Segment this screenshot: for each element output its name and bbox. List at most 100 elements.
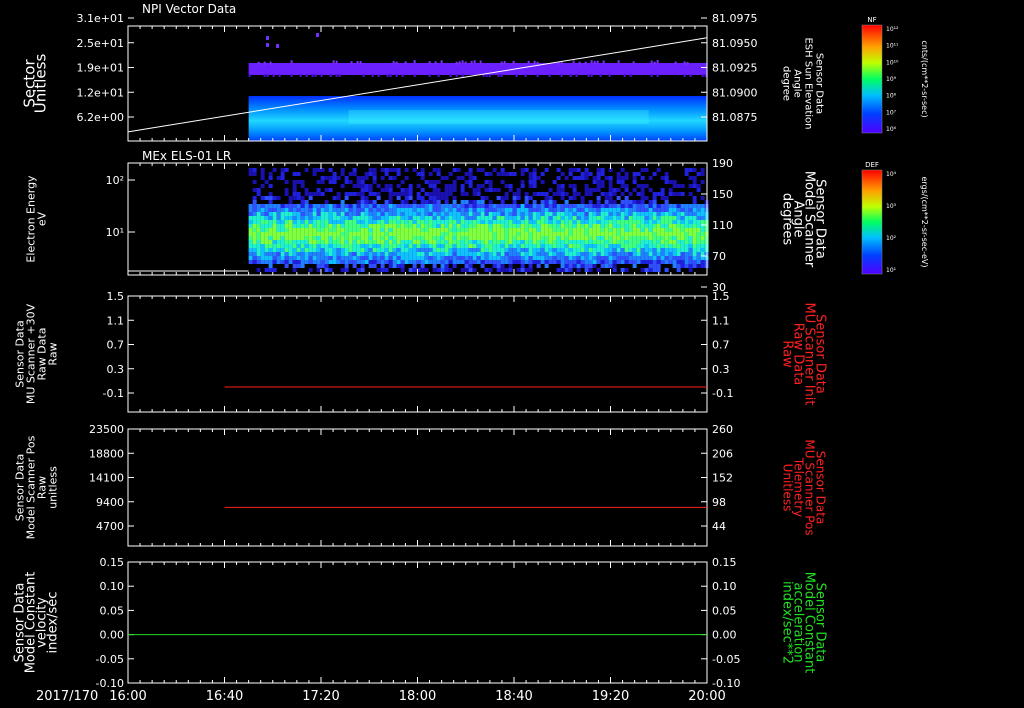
heatmap-cell (536, 236, 541, 240)
heatmap-cell (288, 204, 293, 208)
heatmap-cell (612, 264, 617, 268)
heatmap-cell (464, 268, 469, 272)
heatmap-cell (308, 196, 313, 200)
heatmap-cell (372, 208, 377, 212)
heatmap-cell (640, 196, 645, 200)
heatmap-cell (432, 224, 437, 228)
heatmap-cell (332, 204, 337, 208)
heatmap-cell (508, 244, 513, 248)
heatmap-cell (636, 204, 641, 208)
heatmap-cell (340, 204, 345, 208)
heatmap-cell (470, 60, 473, 64)
heatmap-cell (516, 228, 521, 232)
heatmap-cell (688, 252, 693, 256)
heatmap-cell (440, 208, 445, 212)
heatmap-cell (688, 224, 693, 228)
heatmap-cell (496, 252, 501, 256)
heatmap-cell (532, 204, 537, 208)
heatmap-cell (596, 256, 601, 260)
heatmap-cell (588, 192, 593, 196)
heatmap-cell (660, 236, 665, 240)
heatmap-cell (512, 216, 517, 220)
heatmap-cell (300, 204, 305, 208)
heatmap-cell (412, 236, 417, 240)
heatmap-cell (260, 208, 265, 212)
heatmap-cell (664, 216, 669, 220)
heatmap-cell (492, 188, 497, 192)
heatmap-cell (644, 260, 649, 264)
heatmap-cell (420, 252, 425, 256)
heatmap-cell (488, 252, 493, 256)
heatmap-cell (372, 180, 377, 184)
heatmap-cell (616, 252, 621, 256)
colorbar-tick-label: 10⁷ (886, 109, 897, 116)
heatmap-cell (480, 256, 485, 260)
heatmap-cell (460, 228, 465, 232)
colorbar-tick-label: 10¹ (886, 267, 897, 274)
heatmap-cell (376, 260, 381, 264)
heatmap-cell (656, 212, 661, 216)
heatmap-cell (496, 204, 501, 208)
heatmap-cell (464, 61, 467, 65)
y-tick-label-right: 0.10 (712, 580, 737, 593)
heatmap-cell (568, 184, 573, 188)
heatmap-cell (424, 200, 429, 204)
heatmap-cell (388, 220, 393, 224)
heatmap-cell (676, 212, 681, 216)
heatmap-cell (304, 228, 309, 232)
heatmap-cell (560, 220, 565, 224)
heatmap-cell (680, 212, 685, 216)
heatmap-cell (284, 204, 289, 208)
heatmap-cell (660, 252, 665, 256)
y-tick-label-right: 81.0875 (712, 111, 758, 124)
heatmap-cell (400, 188, 405, 192)
heatmap-cell (292, 236, 297, 240)
heatmap-cell (488, 248, 493, 252)
heatmap-cell (552, 244, 557, 248)
heatmap-cell (596, 260, 601, 264)
heatmap-cell (256, 220, 261, 224)
heatmap-cell (628, 200, 633, 204)
heatmap-cell (624, 204, 629, 208)
heatmap-cell (320, 224, 325, 228)
heatmap-cell (300, 240, 305, 244)
heatmap-cell (648, 232, 653, 236)
heatmap-cell (620, 208, 625, 212)
heatmap-cell (590, 60, 593, 64)
heatmap-cell (620, 236, 625, 240)
heatmap-cell (396, 212, 401, 216)
heatmap-cell (552, 248, 557, 252)
heatmap-cell (461, 60, 464, 64)
heatmap-cell (356, 244, 361, 248)
heatmap-cell (404, 240, 409, 244)
heatmap-cell (464, 248, 469, 252)
heatmap-cell (624, 176, 629, 180)
heatmap-cell (528, 240, 533, 244)
heatmap-cell (436, 232, 441, 236)
heatmap-cell (528, 232, 533, 236)
heatmap-cell (480, 264, 485, 268)
y-tick-label: 4700 (96, 520, 124, 533)
heatmap-cell (592, 176, 597, 180)
heatmap-cell (386, 74, 389, 77)
heatmap-cell (520, 252, 525, 256)
heatmap-cell (308, 252, 313, 256)
heatmap-cell (404, 228, 409, 232)
heatmap-cell (276, 240, 281, 244)
heatmap-cell (602, 60, 605, 64)
heatmap-cell (456, 260, 461, 264)
heatmap-cell (508, 260, 513, 264)
heatmap-cell (432, 260, 437, 264)
heatmap-cell (356, 224, 361, 228)
heatmap-cell (572, 264, 577, 268)
heatmap-cell (524, 74, 527, 77)
heatmap-cell (452, 248, 457, 252)
heatmap-cell (264, 248, 269, 252)
heatmap-cell (648, 240, 653, 244)
heatmap-cell (636, 252, 641, 256)
heatmap-cell (252, 204, 257, 208)
heatmap-cell (432, 204, 437, 208)
heatmap-cell (416, 196, 421, 200)
heatmap-cell (280, 252, 285, 256)
heatmap-cell (701, 74, 704, 77)
